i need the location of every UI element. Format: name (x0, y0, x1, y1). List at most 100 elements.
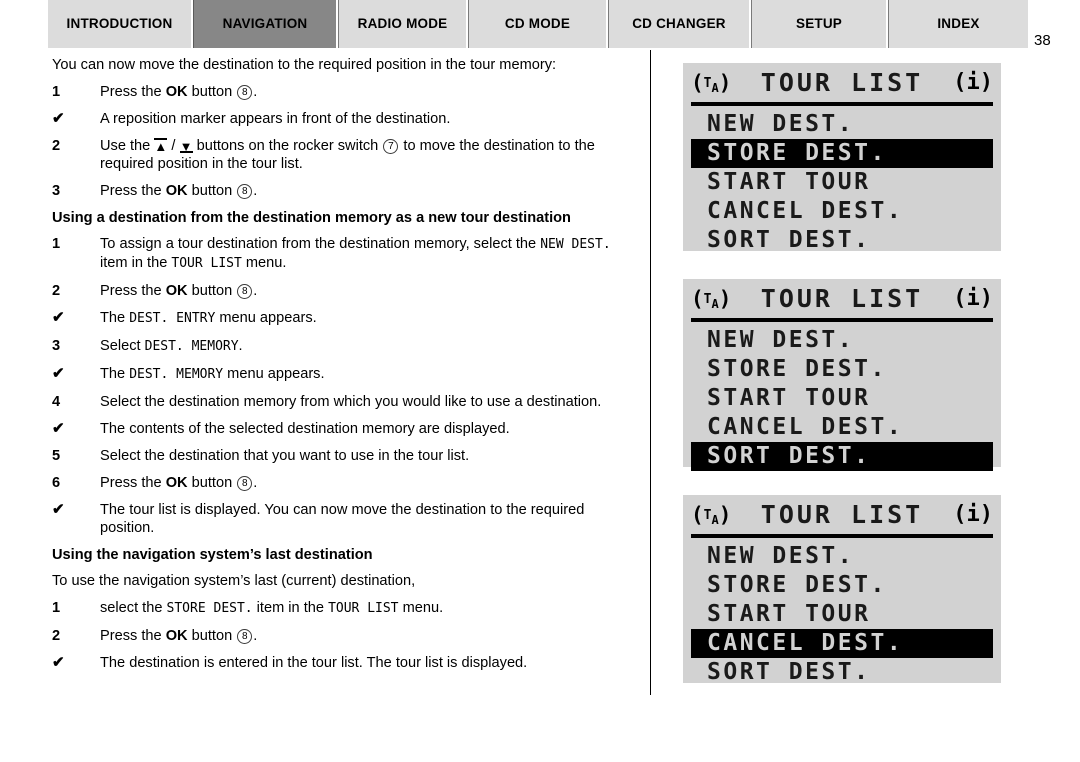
step-text: Press the OK button 8. (100, 627, 636, 645)
step-text: select the STORE DEST. item in the TOUR … (100, 599, 636, 618)
lcd-header: (TATA) TOUR LIST (i) (691, 68, 993, 106)
step-text-part: Press the (100, 183, 166, 199)
arrow-up-icon: ▲ (154, 138, 168, 154)
lcd-header: (TA) TOUR LIST (i) (691, 500, 993, 538)
step-marker: 5 (52, 448, 61, 464)
lcd-menu-item[interactable]: START TOUR (691, 384, 993, 413)
ok-button-ref: OK (165, 283, 188, 299)
result-text-part: The (100, 310, 130, 326)
menu-name-ref: DEST. ENTRY (129, 311, 216, 326)
lcd-menu-item-selected[interactable]: SORT DEST. (691, 442, 993, 471)
step-text: Select DEST. MEMORY. (100, 337, 636, 356)
tab-radio-mode[interactable]: RADIO MODE (338, 0, 468, 48)
lcd-screen-cancel-dest: (TA) TOUR LIST (i) NEW DEST. STORE DEST.… (683, 495, 1001, 685)
lcd-menu-item[interactable]: NEW DEST. (691, 110, 993, 139)
step-marker: 1 (52, 600, 61, 616)
lcd-menu-item[interactable]: STORE DEST. (691, 355, 993, 384)
step-text: Press the OK button 8. (100, 474, 636, 492)
intro-paragraph: You can now move the destination to the … (52, 57, 557, 73)
checkmark-icon: ✔ (52, 420, 65, 437)
step-text: Press the OK button 8. (100, 282, 636, 300)
result-text: A reposition marker appears in front of … (100, 111, 451, 127)
result-text: The tour list is displayed. You can now … (100, 502, 585, 536)
button-number-badge: 8 (237, 284, 253, 299)
tab-introduction-label: INTRODUCTION (66, 15, 173, 31)
menu-item-ref: STORE DEST. (166, 601, 253, 616)
menu-name-ref: TOUR LIST (328, 601, 399, 616)
step-item: 3 Press the OK button 8. (52, 182, 636, 200)
result-text: The DEST. MEMORY menu appears. (100, 365, 636, 384)
step-marker: 6 (52, 475, 61, 491)
step-item: 2 Press the OK button 8. (52, 282, 636, 300)
ok-button-ref: OK (165, 183, 188, 199)
column-divider (650, 50, 651, 695)
ta-indicator-icon: (TA) (691, 503, 732, 527)
step-text-part: . (253, 183, 258, 199)
step-text-part: button (187, 183, 237, 199)
step-text-part: item in the (252, 600, 329, 616)
tab-cd-changer[interactable]: CD CHANGER (608, 0, 751, 48)
lcd-menu-item[interactable]: NEW DEST. (691, 326, 993, 355)
ok-button-ref: OK (165, 475, 188, 491)
step-text-part: Press the (100, 628, 166, 644)
step-item: 1 To assign a tour destination from the … (52, 235, 636, 273)
button-number-badge: 8 (237, 629, 253, 644)
result-item: ✔ The tour list is displayed. You can no… (52, 501, 636, 537)
lcd-screen-store-dest: (TATA) TOUR LIST (i) NEW DEST. STORE DES… (683, 63, 1001, 253)
lcd-menu-item-selected[interactable]: CANCEL DEST. (691, 629, 993, 658)
tab-introduction[interactable]: INTRODUCTION (48, 0, 193, 48)
result-item: ✔ The DEST. MEMORY menu appears. (52, 365, 636, 384)
tab-index[interactable]: INDEX (888, 0, 1028, 48)
lcd-title: TOUR LIST (760, 500, 924, 529)
arrow-down-icon: ▼ (179, 139, 193, 154)
lcd-menu-item-selected[interactable]: STORE DEST. (691, 139, 993, 168)
lcd-title: TOUR LIST (760, 68, 924, 97)
menu-item-ref: DEST. MEMORY (144, 339, 239, 354)
step-text-part: . (253, 628, 258, 644)
lcd-menu-item[interactable]: STORE DEST. (691, 571, 993, 600)
step-text-part: To assign a tour destination from the de… (100, 236, 541, 252)
step-item: 1 Press the OK button 8. (52, 83, 636, 101)
button-number-badge: 8 (237, 184, 253, 199)
checkmark-icon: ✔ (52, 501, 65, 518)
tab-setup[interactable]: SETUP (751, 0, 888, 48)
lcd-menu-item[interactable]: SORT DEST. (691, 658, 993, 687)
result-item: ✔ A reposition marker appears in front o… (52, 110, 636, 128)
step-item: 6 Press the OK button 8. (52, 474, 636, 492)
result-item: ✔ The destination is entered in the tour… (52, 654, 636, 672)
step-marker: 1 (52, 236, 61, 252)
lcd-menu-item[interactable]: START TOUR (691, 600, 993, 629)
button-number-badge: 8 (237, 85, 253, 100)
instruction-column: You can now move the destination to the … (52, 56, 636, 681)
lcd-menu-item[interactable]: CANCEL DEST. (691, 413, 993, 442)
checkmark-icon: ✔ (52, 654, 65, 671)
lcd-menu-item[interactable]: NEW DEST. (691, 542, 993, 571)
result-text-part: menu appears. (223, 366, 325, 382)
lcd-menu-item[interactable]: SORT DEST. (691, 226, 993, 255)
menu-name-ref: TOUR LIST (171, 256, 242, 271)
tab-radio-mode-label: RADIO MODE (357, 15, 448, 31)
step-text: To assign a tour destination from the de… (100, 235, 636, 273)
tab-navigation-label: NAVIGATION (222, 15, 308, 31)
tab-navigation[interactable]: NAVIGATION (193, 0, 338, 48)
menu-item-ref: NEW DEST. (540, 237, 611, 252)
tab-setup-label: SETUP (795, 15, 842, 31)
tab-cd-mode[interactable]: CD MODE (468, 0, 608, 48)
step-text-part: . (253, 283, 258, 299)
lcd-menu-item[interactable]: START TOUR (691, 168, 993, 197)
tab-index-label: INDEX (937, 15, 980, 31)
step-text-part: item in the (100, 255, 172, 271)
result-text: The DEST. ENTRY menu appears. (100, 309, 636, 328)
info-indicator-icon: (i) (953, 70, 993, 95)
step-text-part: button (187, 283, 237, 299)
step-text-part: . (253, 475, 258, 491)
button-number-badge: 7 (383, 139, 399, 154)
step-item: 2 Press the OK button 8. (52, 627, 636, 645)
lcd-menu-item[interactable]: CANCEL DEST. (691, 197, 993, 226)
step-text-part: Press the (100, 475, 166, 491)
step-marker: 3 (52, 338, 61, 354)
step-marker: 2 (52, 628, 61, 644)
step-text-part: select the (100, 600, 167, 616)
checkmark-icon: ✔ (52, 110, 65, 127)
lcd-menu-list: NEW DEST. STORE DEST. START TOUR CANCEL … (691, 542, 993, 687)
